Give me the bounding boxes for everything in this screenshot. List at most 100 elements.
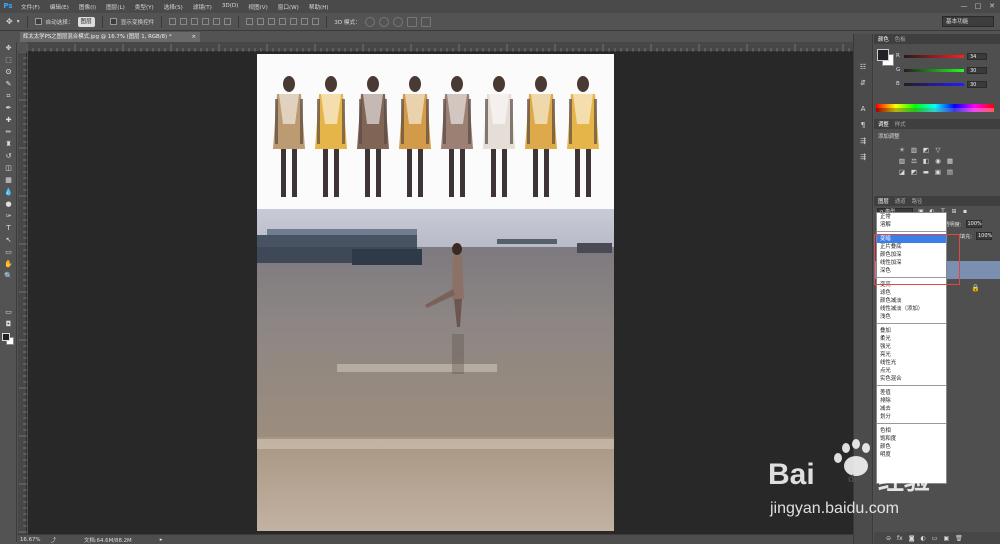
layer-filter-icon[interactable]: ▪ xyxy=(961,208,969,216)
blend-mode-option[interactable]: 变亮 xyxy=(877,281,946,289)
brush-presets-icon[interactable]: ⇶ xyxy=(857,152,869,162)
foreground-color-swatch[interactable] xyxy=(2,333,10,341)
crop-tool-icon[interactable]: ⌗ xyxy=(0,90,17,102)
adjustment-icon[interactable]: ▬ xyxy=(922,168,930,176)
character-panel-icon[interactable]: A xyxy=(857,104,869,114)
blend-mode-option[interactable]: 线性加深 xyxy=(877,259,946,267)
properties-panel-icon[interactable]: ⇵ xyxy=(857,78,869,88)
blend-mode-option[interactable]: 颜色减淡 xyxy=(877,297,946,305)
close-tab-icon[interactable]: × xyxy=(191,32,196,42)
adjustment-icon[interactable]: ◩ xyxy=(910,168,918,176)
blend-mode-option[interactable]: 饱和度 xyxy=(877,435,946,443)
adjustment-icon[interactable]: ☀ xyxy=(898,146,906,154)
adjustment-icon[interactable]: ◪ xyxy=(898,168,906,176)
blend-mode-option[interactable]: 颜色 xyxy=(877,443,946,451)
b-value[interactable]: 30 xyxy=(967,80,987,88)
blend-mode-option[interactable]: 正常 xyxy=(877,213,946,221)
blend-mode-option[interactable]: 深色 xyxy=(877,267,946,275)
align-top-icon[interactable] xyxy=(169,18,177,25)
lasso-tool-icon[interactable]: ʘ xyxy=(0,66,17,78)
color-spectrum[interactable] xyxy=(876,104,994,112)
b-slider[interactable] xyxy=(904,82,964,86)
adjustment-icon[interactable]: ⚖ xyxy=(910,157,918,165)
menu-item[interactable]: 3D(D) xyxy=(217,3,244,11)
menu-item[interactable]: 图像(I) xyxy=(74,3,101,11)
menu-item[interactable]: 编辑(E) xyxy=(45,3,74,11)
g-value[interactable]: 30 xyxy=(967,66,987,74)
marquee-tool-icon[interactable]: ⬚ xyxy=(0,54,17,66)
fx-icon[interactable]: fx xyxy=(897,535,903,542)
adjustment-icon[interactable]: ◧ xyxy=(922,157,930,165)
adjustment-icon[interactable]: ▽ xyxy=(934,146,942,154)
type-tool-icon[interactable]: T xyxy=(0,222,17,234)
menu-item[interactable]: 帮助(H) xyxy=(304,3,334,11)
adjustment-icon[interactable]: ◩ xyxy=(922,146,930,154)
screen-mode-icon[interactable]: ▭ xyxy=(0,306,17,318)
pen-tool-icon[interactable]: ✑ xyxy=(0,210,17,222)
foreground-color-chip[interactable] xyxy=(877,49,889,61)
new-adjustment-icon[interactable]: ◐ xyxy=(921,535,926,542)
eyedropper-tool-icon[interactable]: ✒ xyxy=(0,102,17,114)
blur-tool-icon[interactable]: 💧 xyxy=(0,186,17,198)
menu-item[interactable]: 滤镜(T) xyxy=(188,3,217,11)
blend-mode-option[interactable]: 溶解 xyxy=(877,221,946,229)
zoom-level[interactable]: 16.67% xyxy=(20,537,41,543)
auto-align-icon[interactable] xyxy=(312,18,320,25)
gradient-tool-icon[interactable]: ▦ xyxy=(0,174,17,186)
blend-mode-option[interactable]: 色相 xyxy=(877,427,946,435)
blend-mode-option[interactable]: 划分 xyxy=(877,413,946,421)
menu-item[interactable]: 类型(Y) xyxy=(130,3,159,11)
status-menu-arrow-icon[interactable]: ▸ xyxy=(160,537,163,543)
3d-pan-icon[interactable] xyxy=(392,16,403,27)
brush-panel-icon[interactable]: ⇶ xyxy=(857,136,869,146)
blend-mode-option[interactable]: 滤色 xyxy=(877,289,946,297)
3d-scale-icon[interactable] xyxy=(420,16,431,27)
tab-channels[interactable]: 通道 xyxy=(895,197,906,205)
blend-mode-option[interactable]: 差值 xyxy=(877,389,946,397)
workspace-dropdown[interactable]: 基本功能 xyxy=(942,16,994,27)
blend-mode-option[interactable]: 点光 xyxy=(877,367,946,375)
3d-roll-icon[interactable] xyxy=(378,16,389,27)
align-right-icon[interactable] xyxy=(224,18,232,25)
auto-select-dropdown[interactable]: 图层 xyxy=(77,16,95,27)
adjustment-icon[interactable]: ▨ xyxy=(898,157,906,165)
hand-tool-icon[interactable]: ✋ xyxy=(0,258,17,270)
adjustment-icon[interactable]: ▣ xyxy=(934,168,942,176)
g-slider[interactable] xyxy=(904,68,964,72)
move-tool-icon[interactable]: ✥ xyxy=(6,17,13,26)
blend-mode-option[interactable]: 减去 xyxy=(877,405,946,413)
blend-mode-option[interactable]: 柔光 xyxy=(877,335,946,343)
history-panel-icon[interactable]: ☷ xyxy=(857,62,869,72)
minimize-button[interactable]: — xyxy=(960,2,968,10)
menu-item[interactable]: 视图(V) xyxy=(243,3,272,11)
tab-styles[interactable]: 样式 xyxy=(895,120,906,128)
menu-item[interactable]: 选择(S) xyxy=(159,3,188,11)
move-tool-icon[interactable]: ✥ xyxy=(0,42,17,54)
distribute-right-icon[interactable] xyxy=(301,18,309,25)
healing-tool-icon[interactable]: ✚ xyxy=(0,114,17,126)
dodge-tool-icon[interactable]: ● xyxy=(0,198,17,210)
distribute-center-icon[interactable] xyxy=(290,18,298,25)
export-icon[interactable]: ⤴ xyxy=(51,536,56,544)
new-layer-icon[interactable]: ▣ xyxy=(943,535,949,542)
adjustment-icon[interactable]: ▥ xyxy=(910,146,918,154)
tab-color[interactable]: 颜色 xyxy=(878,35,889,43)
blend-mode-option[interactable]: 叠加 xyxy=(877,327,946,335)
tab-adjustments[interactable]: 调整 xyxy=(878,120,889,128)
document-tab[interactable]: 辉太太学PS之图层混合模式.jpg @ 16.7% (图层 1, RGB/8) … xyxy=(20,32,200,42)
distribute-bottom-icon[interactable] xyxy=(268,18,276,25)
show-transform-checkbox[interactable] xyxy=(109,18,117,25)
clone-stamp-tool-icon[interactable]: ♜ xyxy=(0,138,17,150)
align-center-icon[interactable] xyxy=(213,18,221,25)
blend-mode-option[interactable]: 实色混合 xyxy=(877,375,946,383)
close-window-button[interactable]: ✕ xyxy=(988,2,996,10)
blend-mode-option[interactable]: 变暗 xyxy=(877,235,946,243)
adjustment-icon[interactable]: ▦ xyxy=(946,157,954,165)
opacity-input[interactable]: 100% xyxy=(965,220,982,228)
distribute-left-icon[interactable] xyxy=(279,18,287,25)
blend-mode-option[interactable]: 排除 xyxy=(877,397,946,405)
adjustment-icon[interactable]: ▤ xyxy=(946,168,954,176)
tab-swatches[interactable]: 色板 xyxy=(895,35,906,43)
trash-icon[interactable]: 🗑 xyxy=(955,535,963,542)
align-middle-icon[interactable] xyxy=(180,18,188,25)
